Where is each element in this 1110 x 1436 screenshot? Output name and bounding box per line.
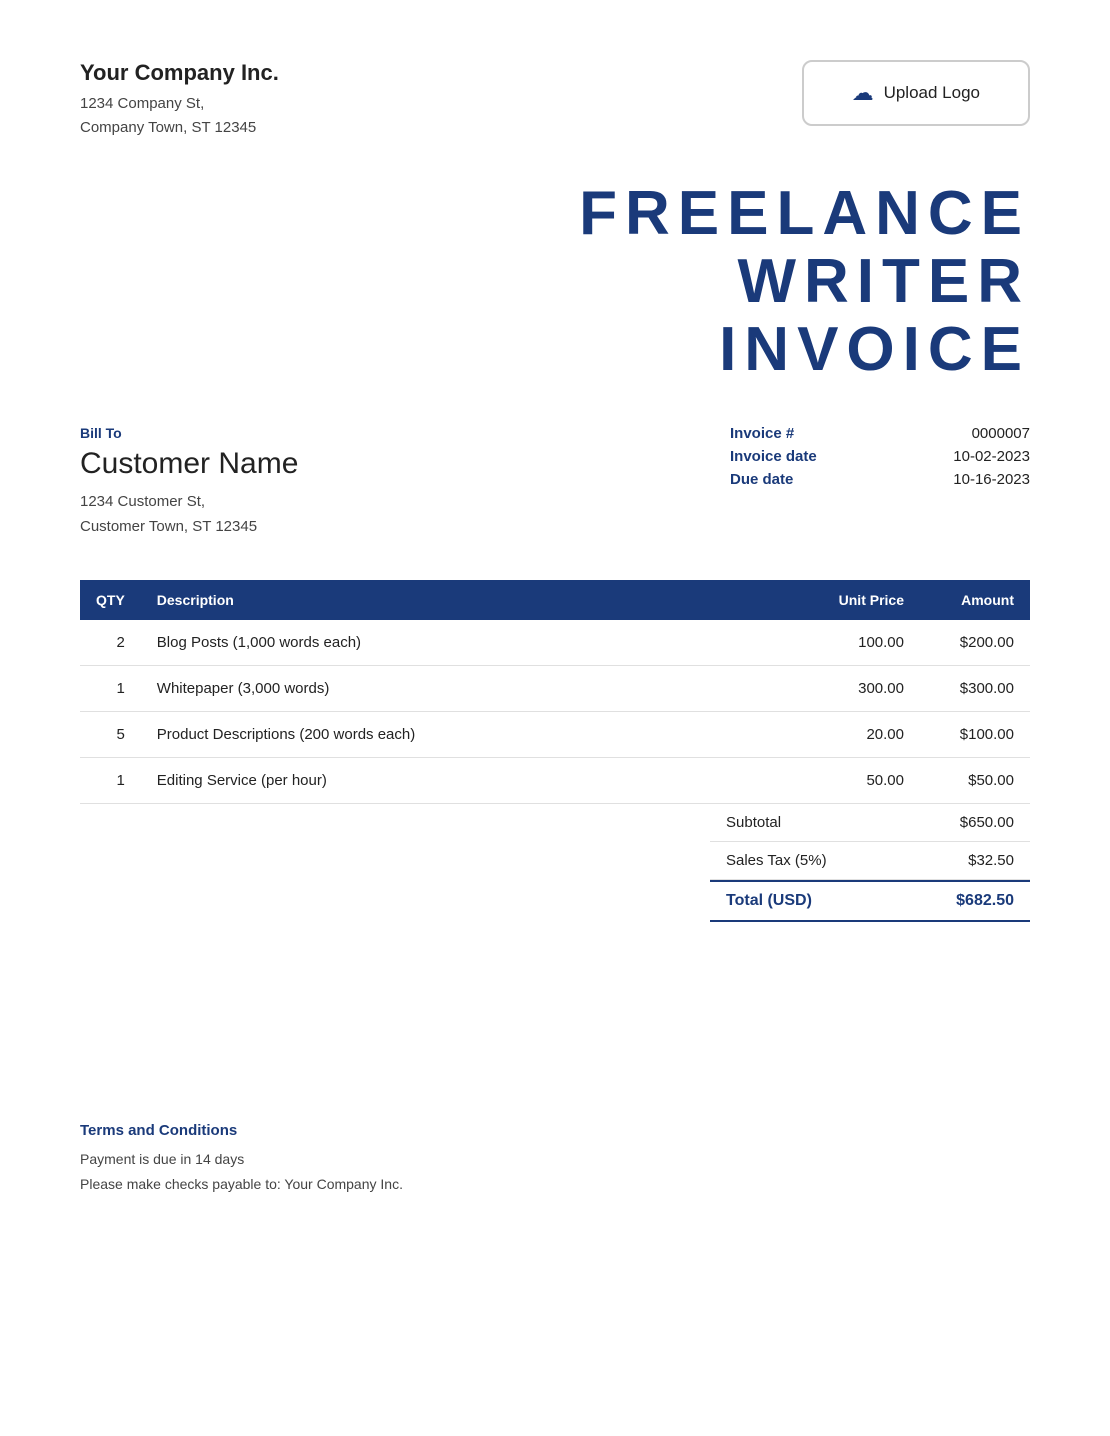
row-amount: $100.00 bbox=[920, 711, 1030, 757]
row-amount: $200.00 bbox=[920, 620, 1030, 666]
row-qty: 1 bbox=[80, 757, 141, 803]
invoice-date-value: 10-02-2023 bbox=[953, 448, 1030, 465]
col-qty: QTY bbox=[80, 580, 141, 620]
total-label: Total (USD) bbox=[726, 892, 812, 910]
terms-section: Terms and Conditions Payment is due in 1… bbox=[80, 1122, 1030, 1197]
tax-label: Sales Tax (5%) bbox=[726, 852, 827, 869]
customer-address-line2: Customer Town, ST 12345 bbox=[80, 514, 730, 540]
customer-address-line1: 1234 Customer St, bbox=[80, 489, 730, 515]
totals-block: Subtotal $650.00 Sales Tax (5%) $32.50 T… bbox=[710, 804, 1030, 922]
due-date-row: Due date 10-16-2023 bbox=[730, 471, 1030, 488]
row-description: Blog Posts (1,000 words each) bbox=[141, 620, 790, 666]
row-unit-price: 50.00 bbox=[790, 757, 920, 803]
total-value: $682.50 bbox=[956, 892, 1014, 910]
upload-logo-label: Upload Logo bbox=[884, 83, 980, 103]
row-qty: 2 bbox=[80, 620, 141, 666]
col-amount: Amount bbox=[920, 580, 1030, 620]
table-row: 1 Editing Service (per hour) 50.00 $50.0… bbox=[80, 757, 1030, 803]
row-description: Editing Service (per hour) bbox=[141, 757, 790, 803]
terms-line1: Payment is due in 14 days bbox=[80, 1147, 1030, 1172]
row-unit-price: 100.00 bbox=[790, 620, 920, 666]
terms-line2: Please make checks payable to: Your Comp… bbox=[80, 1172, 1030, 1197]
col-unit-price: Unit Price bbox=[790, 580, 920, 620]
due-date-label: Due date bbox=[730, 471, 793, 488]
upload-logo-button[interactable]: ☁ Upload Logo bbox=[802, 60, 1030, 126]
tax-row: Sales Tax (5%) $32.50 bbox=[710, 842, 1030, 880]
row-unit-price: 300.00 bbox=[790, 665, 920, 711]
invoice-title-line2: WRITER bbox=[80, 248, 1030, 316]
subtotal-value: $650.00 bbox=[960, 814, 1014, 831]
invoice-number-label: Invoice # bbox=[730, 425, 794, 442]
row-description: Product Descriptions (200 words each) bbox=[141, 711, 790, 757]
totals-section: Subtotal $650.00 Sales Tax (5%) $32.50 T… bbox=[80, 804, 1030, 922]
row-description: Whitepaper (3,000 words) bbox=[141, 665, 790, 711]
header-section: Your Company Inc. 1234 Company St, Compa… bbox=[80, 60, 1030, 140]
row-amount: $50.00 bbox=[920, 757, 1030, 803]
company-address-line2: Company Town, ST 12345 bbox=[80, 116, 279, 140]
invoice-title-section: FREELANCE WRITER INVOICE bbox=[80, 180, 1030, 385]
bill-section: Bill To Customer Name 1234 Customer St, … bbox=[80, 425, 1030, 540]
table-row: 5 Product Descriptions (200 words each) … bbox=[80, 711, 1030, 757]
row-qty: 1 bbox=[80, 665, 141, 711]
company-address-line1: 1234 Company St, bbox=[80, 92, 279, 116]
company-info: Your Company Inc. 1234 Company St, Compa… bbox=[80, 60, 279, 140]
company-name: Your Company Inc. bbox=[80, 60, 279, 86]
total-row: Total (USD) $682.50 bbox=[710, 880, 1030, 922]
terms-title: Terms and Conditions bbox=[80, 1122, 1030, 1139]
invoice-date-row: Invoice date 10-02-2023 bbox=[730, 448, 1030, 465]
invoice-meta: Invoice # 0000007 Invoice date 10-02-202… bbox=[730, 425, 1030, 488]
customer-name: Customer Name bbox=[80, 447, 730, 481]
items-table: QTY Description Unit Price Amount 2 Blog… bbox=[80, 580, 1030, 804]
tax-value: $32.50 bbox=[968, 852, 1014, 869]
bill-to-block: Bill To Customer Name 1234 Customer St, … bbox=[80, 425, 730, 540]
table-row: 1 Whitepaper (3,000 words) 300.00 $300.0… bbox=[80, 665, 1030, 711]
invoice-number-value: 0000007 bbox=[972, 425, 1030, 442]
row-qty: 5 bbox=[80, 711, 141, 757]
invoice-number-row: Invoice # 0000007 bbox=[730, 425, 1030, 442]
upload-icon: ☁ bbox=[852, 80, 874, 106]
subtotal-label: Subtotal bbox=[726, 814, 781, 831]
due-date-value: 10-16-2023 bbox=[953, 471, 1030, 488]
table-header-row: QTY Description Unit Price Amount bbox=[80, 580, 1030, 620]
invoice-title-line3: INVOICE bbox=[80, 316, 1030, 384]
col-description: Description bbox=[141, 580, 790, 620]
row-unit-price: 20.00 bbox=[790, 711, 920, 757]
invoice-title: FREELANCE WRITER INVOICE bbox=[80, 180, 1030, 385]
table-row: 2 Blog Posts (1,000 words each) 100.00 $… bbox=[80, 620, 1030, 666]
row-amount: $300.00 bbox=[920, 665, 1030, 711]
invoice-date-label: Invoice date bbox=[730, 448, 817, 465]
bill-to-label: Bill To bbox=[80, 425, 730, 441]
subtotal-row: Subtotal $650.00 bbox=[710, 804, 1030, 842]
invoice-title-line1: FREELANCE bbox=[80, 180, 1030, 248]
